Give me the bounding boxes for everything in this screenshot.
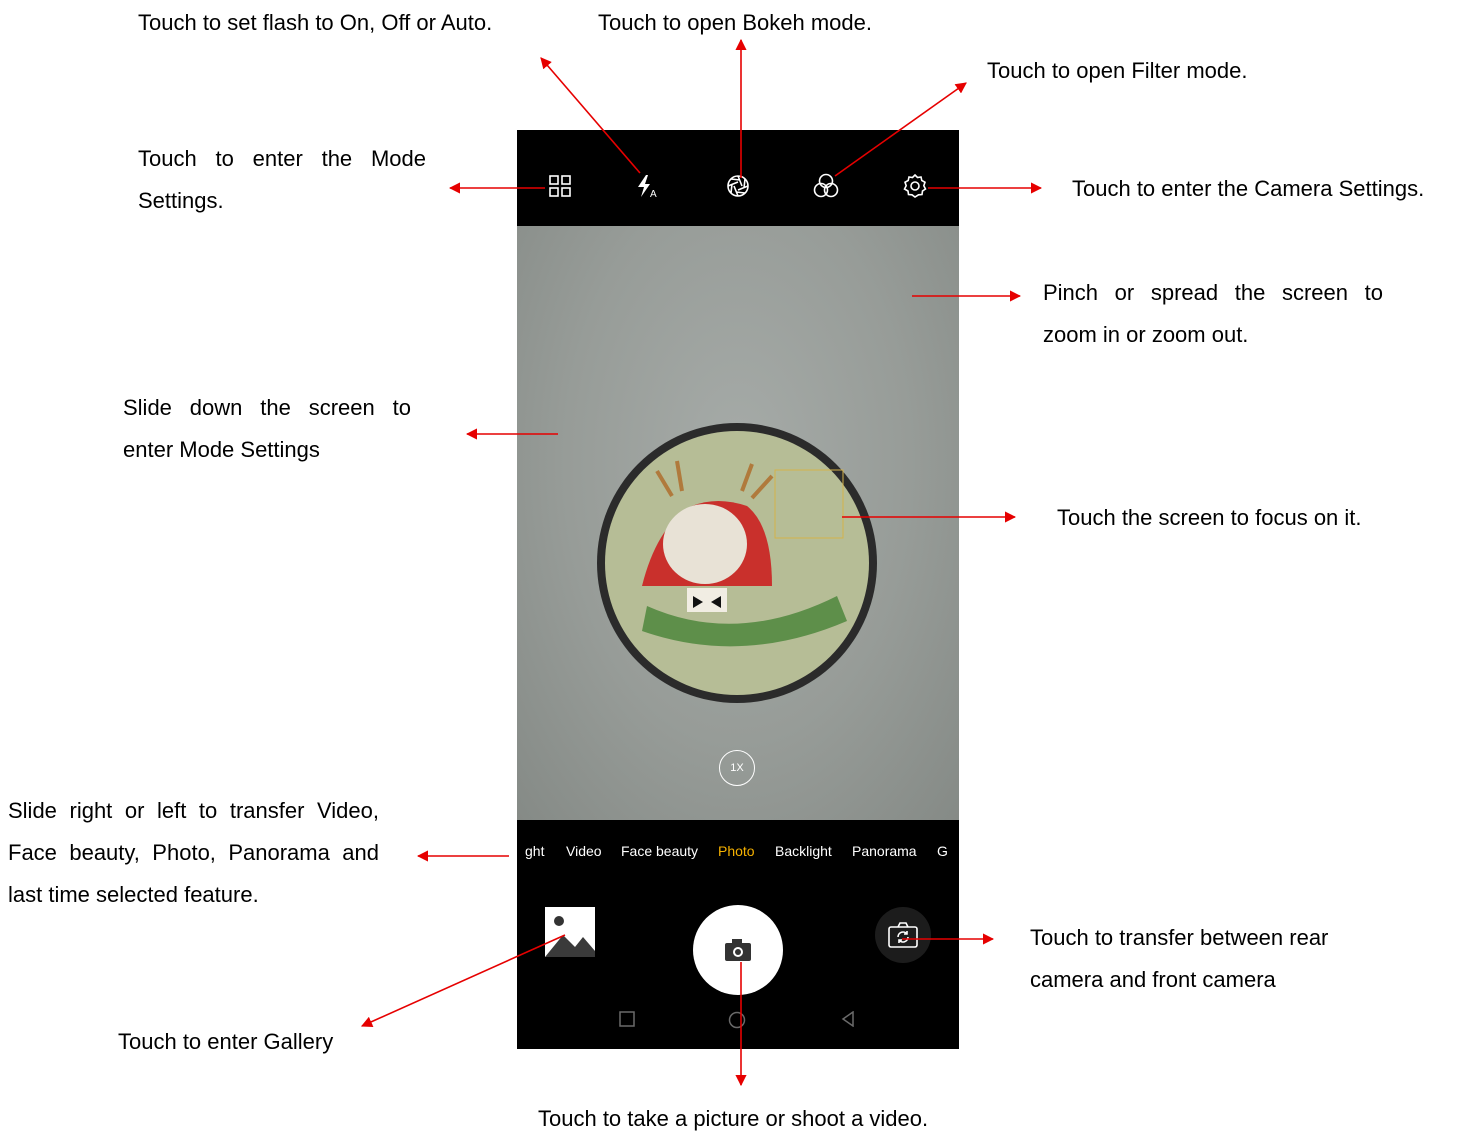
mode-settings-annotation: Touch to enter the Mode Settings.: [138, 146, 426, 213]
filter-icon[interactable]: [810, 170, 842, 202]
camera-switch-icon: [888, 922, 918, 948]
settings-gear-icon[interactable]: [899, 170, 931, 202]
bokeh-aperture-icon[interactable]: [722, 170, 754, 202]
back-icon[interactable]: [840, 1010, 856, 1032]
mode-item-video[interactable]: Video: [566, 843, 602, 859]
filter-annotation: Touch to open Filter mode.: [987, 58, 1248, 83]
mode-grid-icon[interactable]: [544, 170, 576, 202]
mode-item-backlight[interactable]: Backlight: [775, 843, 832, 859]
camera-settings-annotation: Touch to enter the Camera Settings.: [1072, 176, 1425, 201]
switch-camera-annotation: Touch to transfer between rear camera an…: [1030, 925, 1329, 992]
switch-camera-button[interactable]: [875, 907, 931, 963]
mode-item-panorama[interactable]: Panorama: [852, 843, 917, 859]
camera-bottom-bar: [517, 885, 959, 1049]
shutter-annotation: Touch to take a picture or shoot a video…: [538, 1106, 929, 1131]
mode-item[interactable]: G: [937, 843, 948, 859]
mode-item-photo[interactable]: Photo: [718, 843, 755, 859]
phone-screen: A 1X ght Video Face beauty Photo Backlig…: [517, 130, 959, 1049]
slide-modes-annotation: Slide right or left to transfer Video, F…: [8, 798, 379, 907]
camera-icon: [725, 939, 751, 961]
flash-auto-icon[interactable]: A: [631, 170, 663, 202]
svg-text:A: A: [650, 189, 657, 199]
gallery-annotation: Touch to enter Gallery: [118, 1029, 334, 1054]
zoom-annotation: Pinch or spread the screen to zoom in or…: [1043, 280, 1383, 347]
mode-item[interactable]: ght: [525, 843, 544, 859]
mode-item-face-beauty[interactable]: Face beauty: [621, 843, 698, 859]
gallery-thumbnail[interactable]: [545, 907, 595, 957]
shutter-button[interactable]: [693, 905, 783, 995]
flash-annotation: Touch to set flash to On, Off or Auto.: [138, 10, 493, 35]
home-icon[interactable]: [728, 1011, 746, 1034]
camera-viewfinder[interactable]: 1X: [517, 226, 959, 820]
recent-apps-icon[interactable]: [619, 1011, 635, 1032]
focus-annotation: Touch the screen to focus on it.: [1057, 505, 1362, 530]
bokeh-annotation: Touch to open Bokeh mode.: [598, 10, 872, 35]
preview-photo: [597, 423, 877, 703]
slide-down-annotation: Slide down the screen to enter Mode Sett…: [123, 395, 411, 462]
zoom-level-button[interactable]: 1X: [719, 750, 755, 786]
camera-top-bar: A: [517, 130, 959, 226]
